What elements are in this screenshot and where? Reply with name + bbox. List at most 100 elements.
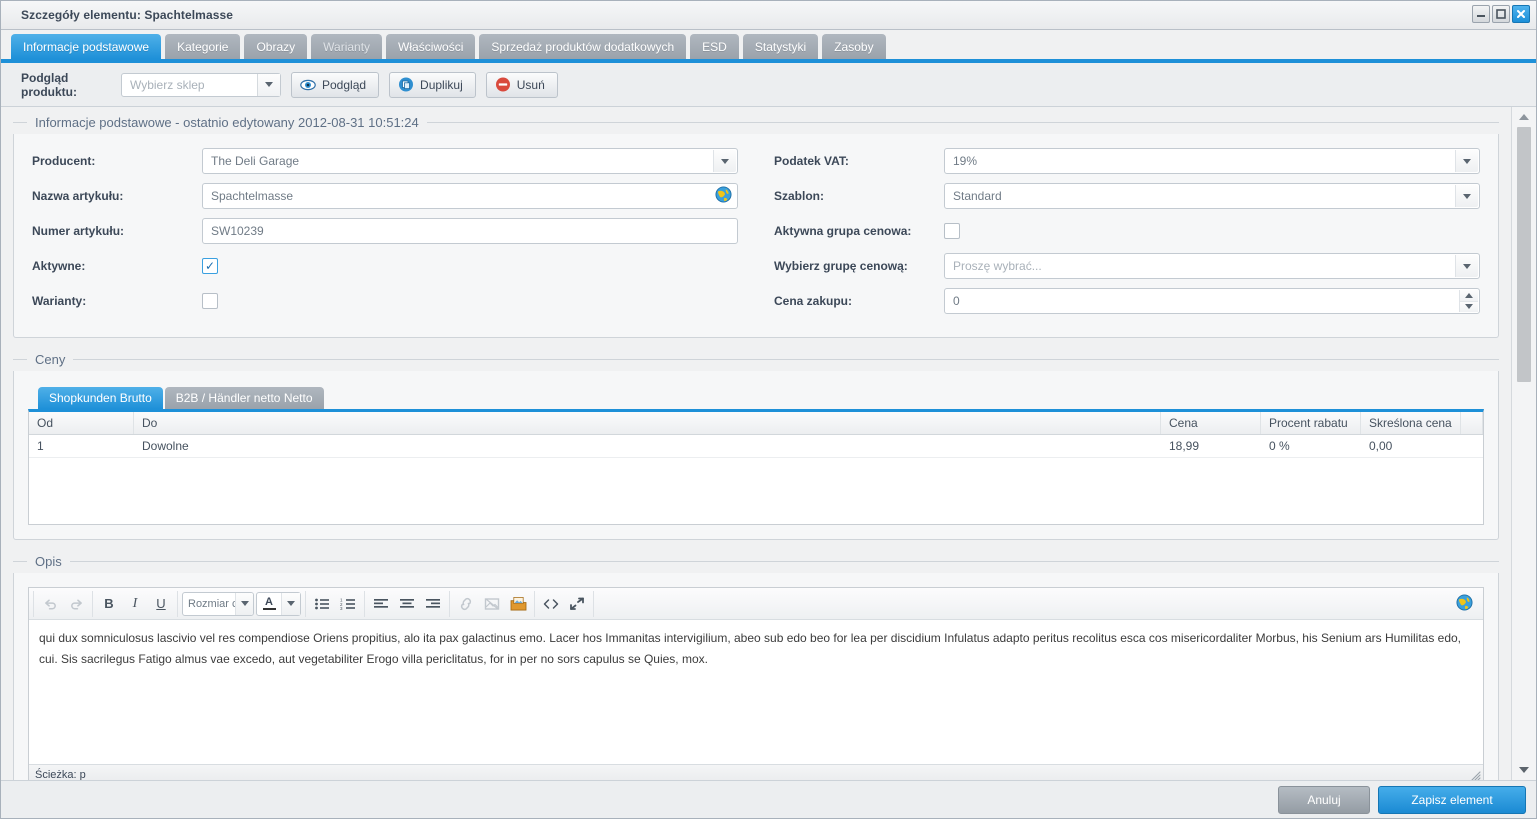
source-code-button[interactable] xyxy=(539,592,563,616)
redo-icon[interactable] xyxy=(64,592,88,616)
duplicate-button[interactable]: Duplikuj xyxy=(389,71,476,98)
close-button[interactable] xyxy=(1512,5,1530,23)
aktywne-label: Aktywne: xyxy=(32,259,86,273)
check-icon: ✓ xyxy=(204,259,216,273)
scroll-up-button[interactable] xyxy=(1512,109,1536,125)
cancel-button[interactable]: Anuluj xyxy=(1278,785,1370,814)
globe-icon[interactable] xyxy=(715,186,732,206)
column-header-od: Od xyxy=(29,412,134,434)
numer-artykulu-input[interactable]: SW10239 xyxy=(202,218,738,244)
toolbar-group-lists: 123 xyxy=(306,590,365,617)
aktywne-checkbox[interactable]: ✓ xyxy=(202,258,218,274)
stepper-up-button[interactable] xyxy=(1460,290,1478,302)
duplicate-icon xyxy=(399,77,414,92)
stepper-down-button[interactable] xyxy=(1460,301,1478,312)
italic-icon: I xyxy=(132,595,138,611)
scroll-down-button[interactable] xyxy=(1512,762,1536,778)
cell-skreslona-cena: 0,00 xyxy=(1369,439,1393,453)
globe-icon[interactable] xyxy=(1456,593,1473,614)
warianty-checkbox[interactable] xyxy=(202,293,218,309)
remove-image-button[interactable] xyxy=(480,592,504,616)
field-numer-artykulu: Numer artykułu: SW10239 xyxy=(32,218,738,244)
cell-do: Dowolne xyxy=(142,439,189,453)
price-tab-b2b-haendler-netto[interactable]: B2B / Händler netto Netto xyxy=(164,387,324,409)
tab-warianty[interactable]: Warianty xyxy=(311,34,383,59)
cena-zakupu-input[interactable]: 0 xyxy=(944,288,1480,314)
podatek-vat-select[interactable]: 19% xyxy=(944,148,1480,174)
font-color-select[interactable]: A xyxy=(256,591,301,616)
delete-button[interactable]: Usuń xyxy=(485,71,558,98)
bullet-list-icon xyxy=(315,598,329,609)
toolbar-group-format: B I U xyxy=(93,590,178,617)
shop-select[interactable]: Wybierz sklep xyxy=(121,72,281,97)
price-table-header: Od Do Cena Procent rabatu Skreślona cena xyxy=(29,412,1483,435)
price-tab-shopkunden-brutto[interactable]: Shopkunden Brutto xyxy=(38,387,163,409)
tab-statystyki[interactable]: Statystyki xyxy=(742,34,819,59)
font-size-select[interactable]: Rozmiar czc xyxy=(182,591,254,616)
prices-fieldset: Ceny Shopkunden Brutto B2B / Händler net… xyxy=(13,352,1499,540)
table-row[interactable]: 1 Dowolne 18,99 0 % 0,00 xyxy=(29,435,1483,458)
description-body: B I U Rozmiar czc A 1 2 3 qui dux somnic… xyxy=(13,573,1499,780)
prices-legend: Ceny xyxy=(35,352,66,367)
column-header-do: Do xyxy=(134,412,1161,434)
field-producent: Producent: The Deli Garage xyxy=(32,148,738,174)
align-left-button[interactable] xyxy=(369,592,393,616)
window-controls xyxy=(1472,5,1530,23)
maximize-button[interactable] xyxy=(1492,5,1510,23)
tab-wlasciwosci[interactable]: Właściwości xyxy=(386,34,476,59)
aktywna-grupa-cenowa-checkbox[interactable] xyxy=(944,223,960,239)
insert-media-icon xyxy=(510,597,526,611)
tab-kategorie[interactable]: Kategorie xyxy=(165,34,241,59)
underline-button[interactable]: U xyxy=(149,592,173,616)
editor-path: Ścieżka: p xyxy=(35,768,86,781)
tab-obrazy[interactable]: Obrazy xyxy=(244,34,308,59)
scrollbar-thumb[interactable] xyxy=(1517,127,1531,382)
cell-spacer xyxy=(1461,435,1483,457)
wybierz-grupe-cenowa-select[interactable]: Proszę wybrać... xyxy=(944,253,1480,279)
toolbar-group-history xyxy=(33,590,93,617)
remove-image-icon xyxy=(484,597,500,610)
tab-sprzedaz-produktow-dodatkowych[interactable]: Sprzedaż produktów dodatkowych xyxy=(479,34,687,59)
eye-icon xyxy=(300,79,316,90)
nazwa-artykulu-input[interactable]: Spachtelmasse xyxy=(202,183,738,209)
toolbar-group-align xyxy=(365,590,450,617)
basic-info-legend: Informacje podstawowe - ostatnio edytowa… xyxy=(35,115,419,130)
rich-text-editor: B I U Rozmiar czc A 1 2 3 qui dux somnic… xyxy=(28,587,1484,780)
column-header-procent-rabatu: Procent rabatu xyxy=(1261,412,1361,434)
fullscreen-button[interactable] xyxy=(565,592,589,616)
tab-informacje-podstawowe[interactable]: Informacje podstawowe xyxy=(11,34,162,59)
save-button[interactable]: Zapisz element xyxy=(1378,785,1526,814)
numbered-list-button[interactable]: 123 xyxy=(336,592,360,616)
italic-button[interactable]: I xyxy=(123,592,147,616)
align-center-button[interactable] xyxy=(395,592,419,616)
minimize-icon xyxy=(1477,15,1485,17)
producent-value: The Deli Garage xyxy=(211,154,300,168)
resize-grip-icon[interactable] xyxy=(1469,770,1481,780)
cell-od: 1 xyxy=(37,439,44,453)
undo-icon[interactable] xyxy=(38,592,62,616)
field-szablon: Szablon: Standard xyxy=(774,183,1480,209)
unlink-button[interactable] xyxy=(454,592,478,616)
cell-procent-rabatu: 0 % xyxy=(1269,439,1290,453)
form-content: Informacje podstawowe - ostatnio edytowa… xyxy=(1,107,1511,780)
tab-esd[interactable]: ESD xyxy=(690,34,739,59)
align-left-icon xyxy=(374,598,388,608)
bold-button[interactable]: B xyxy=(97,592,121,616)
align-center-icon xyxy=(400,598,414,608)
bullet-list-button[interactable] xyxy=(310,592,334,616)
insert-media-button[interactable] xyxy=(506,592,530,616)
tab-zasoby[interactable]: Zasoby xyxy=(822,34,886,59)
fullscreen-icon xyxy=(570,597,584,610)
minimize-button[interactable] xyxy=(1472,5,1490,23)
szablon-value: Standard xyxy=(953,189,1002,203)
description-legend-row: Opis xyxy=(13,554,1499,573)
description-textarea[interactable]: qui dux somniculosus lascivio vel res co… xyxy=(29,620,1483,764)
chevron-down-icon xyxy=(1455,255,1478,277)
szablon-select[interactable]: Standard xyxy=(944,183,1480,209)
preview-button[interactable]: Podgląd xyxy=(291,71,380,98)
align-right-button[interactable] xyxy=(421,592,445,616)
nazwa-artykulu-label: Nazwa artykułu: xyxy=(32,189,124,203)
producent-select[interactable]: The Deli Garage xyxy=(202,148,738,174)
vertical-scrollbar[interactable] xyxy=(1511,107,1536,780)
main-tabstrip: Informacje podstawowe Kategorie Obrazy W… xyxy=(1,30,1536,63)
